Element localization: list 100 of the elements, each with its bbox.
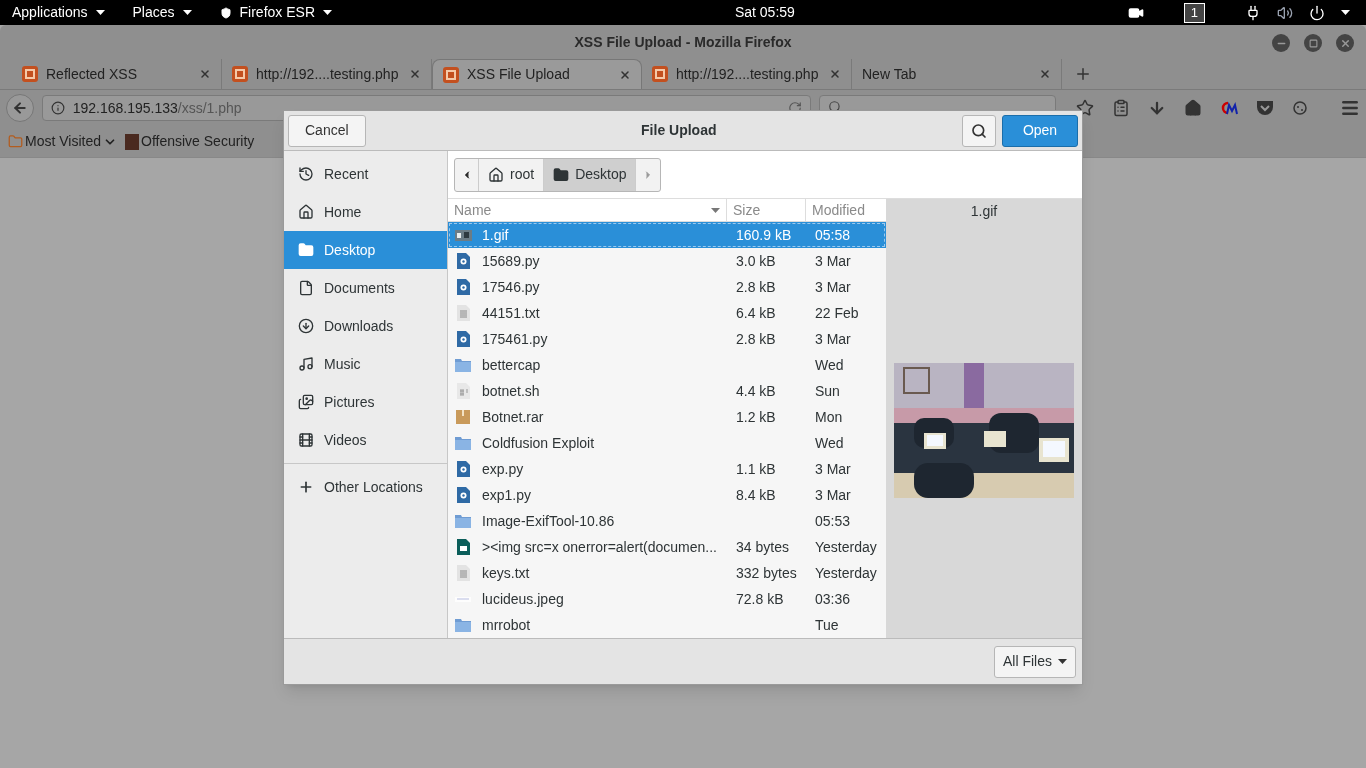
caret-icon (95, 10, 105, 15)
file-row[interactable]: botnet.sh 4.4 kB Sun (448, 378, 886, 404)
close-tab-icon[interactable] (829, 68, 841, 80)
file-name: Coldfusion Exploit (482, 433, 595, 453)
file-size: 332 bytes (736, 564, 797, 581)
file-name: exp1.py (482, 485, 532, 505)
tab-title: Reflected XSS (46, 64, 139, 84)
close-tab-icon[interactable] (199, 68, 211, 80)
file-row[interactable]: ><img src=x onerror=alert(documen... 34 bytes Yesterday (448, 534, 886, 560)
bookmark[interactable]: Offensive Security (125, 131, 255, 152)
browser-icon (219, 6, 232, 19)
sidebar-item[interactable]: Documents (284, 269, 447, 307)
file-row[interactable]: lucideus.jpeg 72.8 kB 03:36 (448, 586, 886, 612)
sidebar-item[interactable]: Recent (284, 155, 447, 193)
file-name: 15689.py (482, 251, 540, 271)
menu-icon[interactable] (1340, 98, 1360, 118)
extension-logo-icon[interactable] (1220, 100, 1238, 116)
film-icon (298, 432, 314, 448)
file-row[interactable]: 44151.txt 6.4 kB 22 Feb (448, 300, 886, 326)
maximize-button[interactable] (1304, 34, 1322, 52)
file-row[interactable]: Botnet.rar 1.2 kB Mon (448, 404, 886, 430)
file-row[interactable]: exp.py 1.1 kB 3 Mar (448, 456, 886, 482)
home-icon (298, 204, 314, 220)
sidebar-item[interactable]: Other Locations (284, 468, 447, 506)
minimize-button[interactable] (1272, 34, 1290, 52)
home-icon (488, 166, 504, 183)
star-icon[interactable] (1076, 99, 1094, 117)
sidebar-item[interactable]: Downloads (284, 307, 447, 345)
file-modified: Mon (815, 408, 843, 425)
site-icon (232, 66, 248, 82)
file-modified: 22 Feb (815, 304, 859, 321)
top-bar-menu[interactable]: Applications (12, 2, 105, 23)
file-row[interactable]: 15689.py 3.0 kB 3 Mar (448, 248, 886, 274)
caret-icon (1341, 10, 1350, 15)
power-icon[interactable] (1309, 4, 1325, 21)
url-text: 192.168.195.133/xss/1.php (72, 98, 242, 118)
file-row[interactable]: Coldfusion Exploit Wed (448, 430, 886, 456)
file-row[interactable]: 17546.py 2.8 kB 3 Mar (448, 274, 886, 300)
caret-icon (711, 207, 720, 213)
browser-tab[interactable]: Reflected XSS (12, 59, 222, 89)
home-icon[interactable] (1184, 99, 1202, 117)
dialog-title: File Upload (640, 121, 718, 140)
file-name: Botnet.rar (482, 407, 544, 427)
browser-tab[interactable]: New Tab (852, 59, 1062, 89)
column-header[interactable]: Modified (806, 199, 886, 221)
sidebar-item[interactable]: Music (284, 345, 447, 383)
browser-tab[interactable]: http://192....testing.php (642, 59, 852, 89)
file-modified: 3 Mar (815, 252, 851, 269)
reading-list-icon[interactable] (1112, 99, 1130, 117)
file-name: 17546.py (482, 277, 540, 297)
file-modified: Tue (815, 616, 839, 633)
site-icon (22, 66, 38, 82)
volume-icon[interactable] (1277, 4, 1293, 21)
path-button[interactable]: Desktop (544, 158, 637, 191)
column-header[interactable]: Size (727, 199, 806, 221)
file-size: 4.4 kB (736, 382, 776, 399)
bookmark[interactable]: Most Visited (8, 131, 117, 152)
close-tab-icon[interactable] (619, 68, 631, 81)
cancel-button[interactable]: Cancel (288, 114, 366, 147)
back-button[interactable] (6, 94, 34, 122)
cookie-icon[interactable] (1292, 100, 1310, 116)
file-modified: 03:36 (815, 590, 851, 607)
pocket-icon[interactable] (1256, 100, 1274, 116)
python-file-icon (456, 487, 470, 503)
sidebar-item[interactable]: Videos (284, 421, 447, 459)
file-name: keys.txt (482, 563, 530, 583)
file-row[interactable]: keys.txt 332 bytes Yesterday (448, 560, 886, 586)
file-name: bettercap (482, 355, 541, 375)
folder-icon (455, 618, 471, 632)
close-tab-icon[interactable] (1039, 68, 1051, 80)
workspace-indicator[interactable]: 1 (1183, 2, 1205, 23)
tab-title: http://192....testing.php (676, 64, 820, 84)
top-bar-menu[interactable]: Firefox ESR (219, 2, 332, 23)
sidebar-item[interactable]: Home (284, 193, 447, 231)
clock: Sat 05:59 (734, 3, 795, 22)
package-icon (456, 410, 470, 424)
column-header[interactable]: Name (448, 199, 727, 221)
network-icon[interactable] (1245, 4, 1261, 21)
file-row[interactable]: exp1.py 8.4 kB 3 Mar (448, 482, 886, 508)
preview-caption: 1.gif (970, 202, 998, 221)
download-icon[interactable] (1148, 99, 1166, 117)
close-button[interactable] (1336, 34, 1354, 52)
browser-tab[interactable]: http://192....testing.php (222, 59, 432, 89)
file-modified: Yesterday (815, 564, 877, 581)
tab-title: http://192....testing.php (256, 64, 400, 84)
browser-tab[interactable]: XSS File Upload (432, 59, 642, 89)
file-row[interactable]: Image-ExifTool-10.86 05:53 (448, 508, 886, 534)
info-icon[interactable] (50, 101, 65, 115)
file-modified: 05:58 (815, 226, 851, 243)
file-row[interactable]: mrrobot Tue (448, 612, 886, 638)
close-tab-icon[interactable] (409, 68, 421, 80)
file-filter-dropdown[interactable]: All Files (994, 645, 1076, 678)
file-modified: Wed (815, 434, 844, 451)
file-size: 1.1 kB (736, 460, 776, 477)
search-button[interactable] (962, 114, 996, 147)
document-file-icon (456, 539, 470, 555)
file-row[interactable]: 175461.py 2.8 kB 3 Mar (448, 326, 886, 352)
top-bar-menu[interactable]: Places (132, 2, 192, 23)
sidebar-item[interactable]: Pictures (284, 383, 447, 421)
file-row[interactable]: bettercap Wed (448, 352, 886, 378)
